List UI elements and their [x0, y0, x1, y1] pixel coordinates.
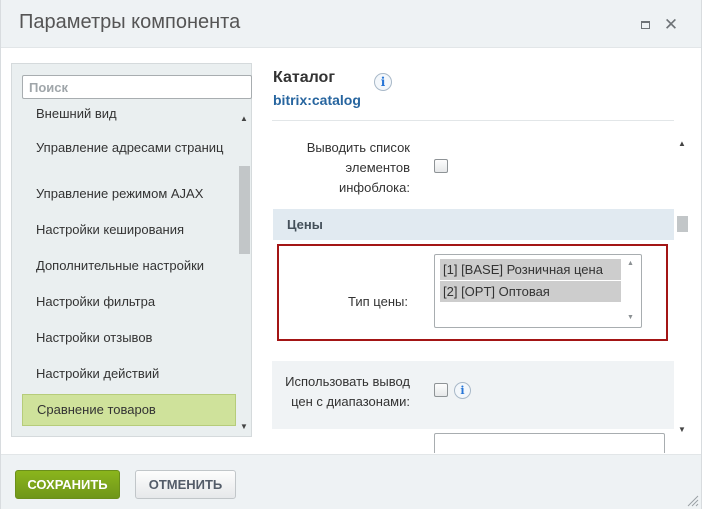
select-scrollbar[interactable]: ▲ ▼	[623, 255, 641, 327]
sidebar-item-actions[interactable]: Настройки действий	[22, 366, 236, 382]
save-button[interactable]: СОХРАНИТЬ	[15, 470, 120, 499]
dialog-title: Параметры компонента	[19, 11, 241, 33]
info-icon[interactable]: i	[374, 73, 392, 91]
dialog-footer: СОХРАНИТЬ ОТМЕНИТЬ	[1, 454, 701, 509]
sections-list: Внешний вид Управление адресами страниц …	[22, 108, 238, 434]
scroll-up-icon[interactable]: ▲	[627, 260, 634, 267]
parameters-content: Выводить список элементов инфоблока: Цен…	[272, 119, 674, 453]
scrollbar-thumb[interactable]	[239, 166, 250, 254]
price-ranges-row: Использовать вывод цен с диапазонами: i	[272, 361, 674, 429]
sections-scrollbar[interactable]: ▲ ▼	[238, 108, 250, 434]
scroll-up-icon[interactable]: ▲	[678, 139, 686, 148]
divider	[272, 120, 674, 121]
resize-grip-icon[interactable]	[685, 493, 699, 507]
scrollbar-thumb[interactable]	[677, 216, 688, 232]
component-code: bitrix:catalog	[273, 92, 361, 108]
scroll-down-icon[interactable]: ▼	[627, 314, 634, 321]
prices-section-header: Цены	[273, 209, 674, 240]
sidebar-item-additional[interactable]: Дополнительные настройки	[22, 258, 236, 274]
price-type-select[interactable]: [1] [BASE] Розничная цена [2] [OPT] Опто…	[434, 254, 642, 328]
sidebar-item-appearance[interactable]: Внешний вид	[22, 108, 236, 122]
use-ranges-label: Использовать вывод цен с диапазонами:	[285, 374, 410, 409]
sidebar-item-ajax-mode[interactable]: Управление режимом AJAX	[22, 186, 236, 202]
dialog-body: Внешний вид Управление адресами страниц …	[1, 49, 701, 453]
sidebar-item-reviews[interactable]: Настройки отзывов	[22, 330, 236, 346]
sidebar-item-page-addresses[interactable]: Управление адресами страниц	[22, 140, 236, 156]
sidebar-item-caching[interactable]: Настройки кеширования	[22, 222, 236, 238]
list-elements-checkbox[interactable]	[434, 159, 448, 173]
close-icon[interactable]: ✕	[660, 14, 682, 36]
use-ranges-checkbox[interactable]	[434, 383, 448, 397]
price-type-label: Тип цены:	[348, 294, 408, 309]
search-input[interactable]	[22, 75, 252, 99]
info-icon[interactable]: i	[454, 382, 471, 399]
price-type-option[interactable]: [2] [OPT] Оптовая	[440, 281, 621, 302]
sidebar-item-label: Сравнение товаров	[37, 402, 156, 417]
sidebar-item-compare[interactable]: Сравнение товаров	[22, 394, 236, 426]
scroll-up-icon[interactable]: ▲	[238, 114, 250, 123]
next-field-input[interactable]	[434, 433, 665, 453]
list-elements-label: Выводить список элементов инфоблока:	[306, 140, 410, 195]
dialog-titlebar[interactable]: Параметры компонента ✕	[1, 0, 701, 48]
parameters-scrollbar[interactable]: ▲ ▼	[676, 119, 689, 453]
price-type-option[interactable]: [1] [BASE] Розничная цена	[440, 259, 621, 280]
component-title: Каталог	[273, 69, 335, 86]
sections-panel: Внешний вид Управление адресами страниц …	[11, 63, 252, 437]
maximize-icon[interactable]	[634, 14, 656, 36]
scroll-down-icon[interactable]: ▼	[678, 425, 686, 434]
component-parameters-dialog: Параметры компонента ✕ Внешний вид Управ…	[0, 0, 702, 509]
scroll-down-icon[interactable]: ▼	[238, 422, 250, 431]
section-title: Цены	[287, 217, 323, 232]
parameters-frame: Выводить список элементов инфоблока: Цен…	[272, 119, 689, 453]
sidebar-item-filter[interactable]: Настройки фильтра	[22, 294, 236, 310]
cancel-button[interactable]: ОТМЕНИТЬ	[135, 470, 236, 499]
